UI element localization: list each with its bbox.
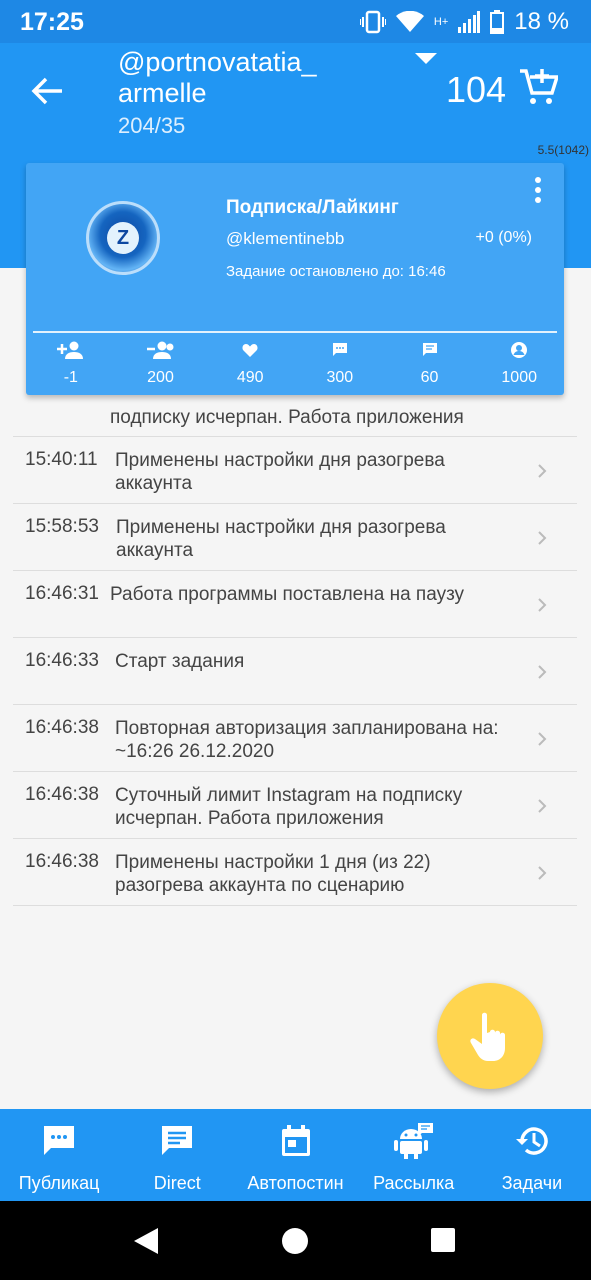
list-item[interactable]: 16:46:38 Повторная авторизация запланиро… bbox=[13, 705, 577, 772]
stat-unfollow: 200 bbox=[116, 339, 206, 387]
nav-tasks[interactable]: Задачи bbox=[473, 1109, 591, 1201]
stat-follow: -1 bbox=[26, 339, 116, 387]
system-home-icon[interactable] bbox=[282, 1228, 308, 1254]
chevron-right-icon bbox=[538, 732, 547, 746]
message-icon bbox=[422, 343, 437, 356]
chat-bubble-icon bbox=[44, 1126, 75, 1155]
battery-icon bbox=[490, 10, 505, 34]
system-back-icon[interactable] bbox=[134, 1228, 158, 1254]
list-item[interactable]: 15:40:11 Применены настройки дня разогре… bbox=[13, 437, 577, 504]
chevron-right-icon bbox=[538, 598, 547, 612]
add-to-cart-icon[interactable] bbox=[518, 67, 558, 107]
task-status: Задание остановлено до: 16:46 bbox=[226, 263, 446, 280]
task-stats: -1 200 490 300 60 1000 bbox=[26, 339, 564, 387]
stat-profiles: 1000 bbox=[474, 339, 564, 387]
touch-hand-icon bbox=[470, 1012, 505, 1061]
calendar-icon bbox=[281, 1125, 310, 1156]
heart-icon bbox=[242, 344, 258, 357]
task-handle: @klementinebb bbox=[226, 229, 345, 248]
vibrate-icon bbox=[359, 10, 386, 34]
status-bar: 17:25 H+ 18 % bbox=[0, 0, 591, 43]
list-item[interactable]: 16:46:38 Применены настройки 1 дня (из 2… bbox=[13, 839, 577, 906]
battery-level: 18 % bbox=[514, 8, 569, 35]
signal-icon bbox=[458, 11, 481, 33]
account-name[interactable]: @portnovatatia_armelle bbox=[118, 47, 318, 109]
back-arrow-icon[interactable] bbox=[28, 71, 68, 111]
avatar: Z bbox=[86, 201, 160, 275]
start-task-fab[interactable] bbox=[437, 983, 543, 1089]
card-divider bbox=[33, 331, 557, 333]
stat-comments: 300 bbox=[295, 339, 385, 387]
dropdown-arrow-icon[interactable] bbox=[415, 53, 437, 65]
nav-direct[interactable]: Direct bbox=[118, 1109, 236, 1201]
list-item[interactable]: 15:58:53 Применены настройки дня разогре… bbox=[13, 504, 577, 571]
app-version: 5.5(1042) bbox=[537, 143, 589, 157]
comment-icon bbox=[332, 343, 347, 356]
system-navigation-bar bbox=[0, 1201, 591, 1280]
credits-count: 104 bbox=[446, 69, 507, 110]
task-title: Подписка/Лайкинг bbox=[226, 197, 399, 218]
nav-publications[interactable]: Публикац bbox=[0, 1109, 118, 1201]
message-icon bbox=[162, 1126, 193, 1155]
stat-likes: 490 bbox=[205, 339, 295, 387]
chevron-right-icon bbox=[538, 464, 547, 478]
list-item[interactable]: 16:46:33 Старт задания bbox=[13, 638, 577, 705]
more-options-icon[interactable] bbox=[532, 177, 544, 207]
network-type: H+ bbox=[433, 16, 449, 28]
chevron-right-icon bbox=[538, 799, 547, 813]
account-counts: 204/35 bbox=[118, 113, 186, 138]
log-list: подписку исчерпан. Работа приложения 15:… bbox=[13, 395, 577, 906]
list-item[interactable]: 16:46:31 Работа программы поставлена на … bbox=[13, 571, 577, 638]
history-icon bbox=[515, 1127, 548, 1155]
nav-mailing[interactable]: Рассылка bbox=[355, 1109, 473, 1201]
nav-autoposting[interactable]: Автопостин bbox=[236, 1109, 354, 1201]
chevron-right-icon bbox=[538, 665, 547, 679]
follow-icon bbox=[56, 341, 83, 359]
profile-icon bbox=[511, 342, 528, 358]
unfollow-icon bbox=[146, 341, 173, 359]
stat-messages: 60 bbox=[385, 339, 475, 387]
task-card[interactable]: Z Подписка/Лайкинг @klementinebb +0 (0%)… bbox=[26, 163, 564, 395]
status-time: 17:25 bbox=[20, 8, 84, 36]
app-bar: @portnovatatia_armelle 204/35 104 bbox=[0, 43, 591, 143]
bottom-navigation: Публикац Direct Автопостин Рассылка Зада… bbox=[0, 1109, 591, 1201]
system-recents-icon[interactable] bbox=[431, 1228, 455, 1252]
chevron-right-icon bbox=[538, 531, 547, 545]
list-item[interactable]: подписку исчерпан. Работа приложения bbox=[13, 395, 577, 437]
wifi-icon bbox=[395, 11, 424, 32]
android-icon bbox=[393, 1123, 433, 1159]
task-delta: +0 (0%) bbox=[475, 229, 532, 246]
list-item[interactable]: 16:46:38 Суточный лимит Instagram на под… bbox=[13, 772, 577, 839]
chevron-right-icon bbox=[538, 866, 547, 880]
